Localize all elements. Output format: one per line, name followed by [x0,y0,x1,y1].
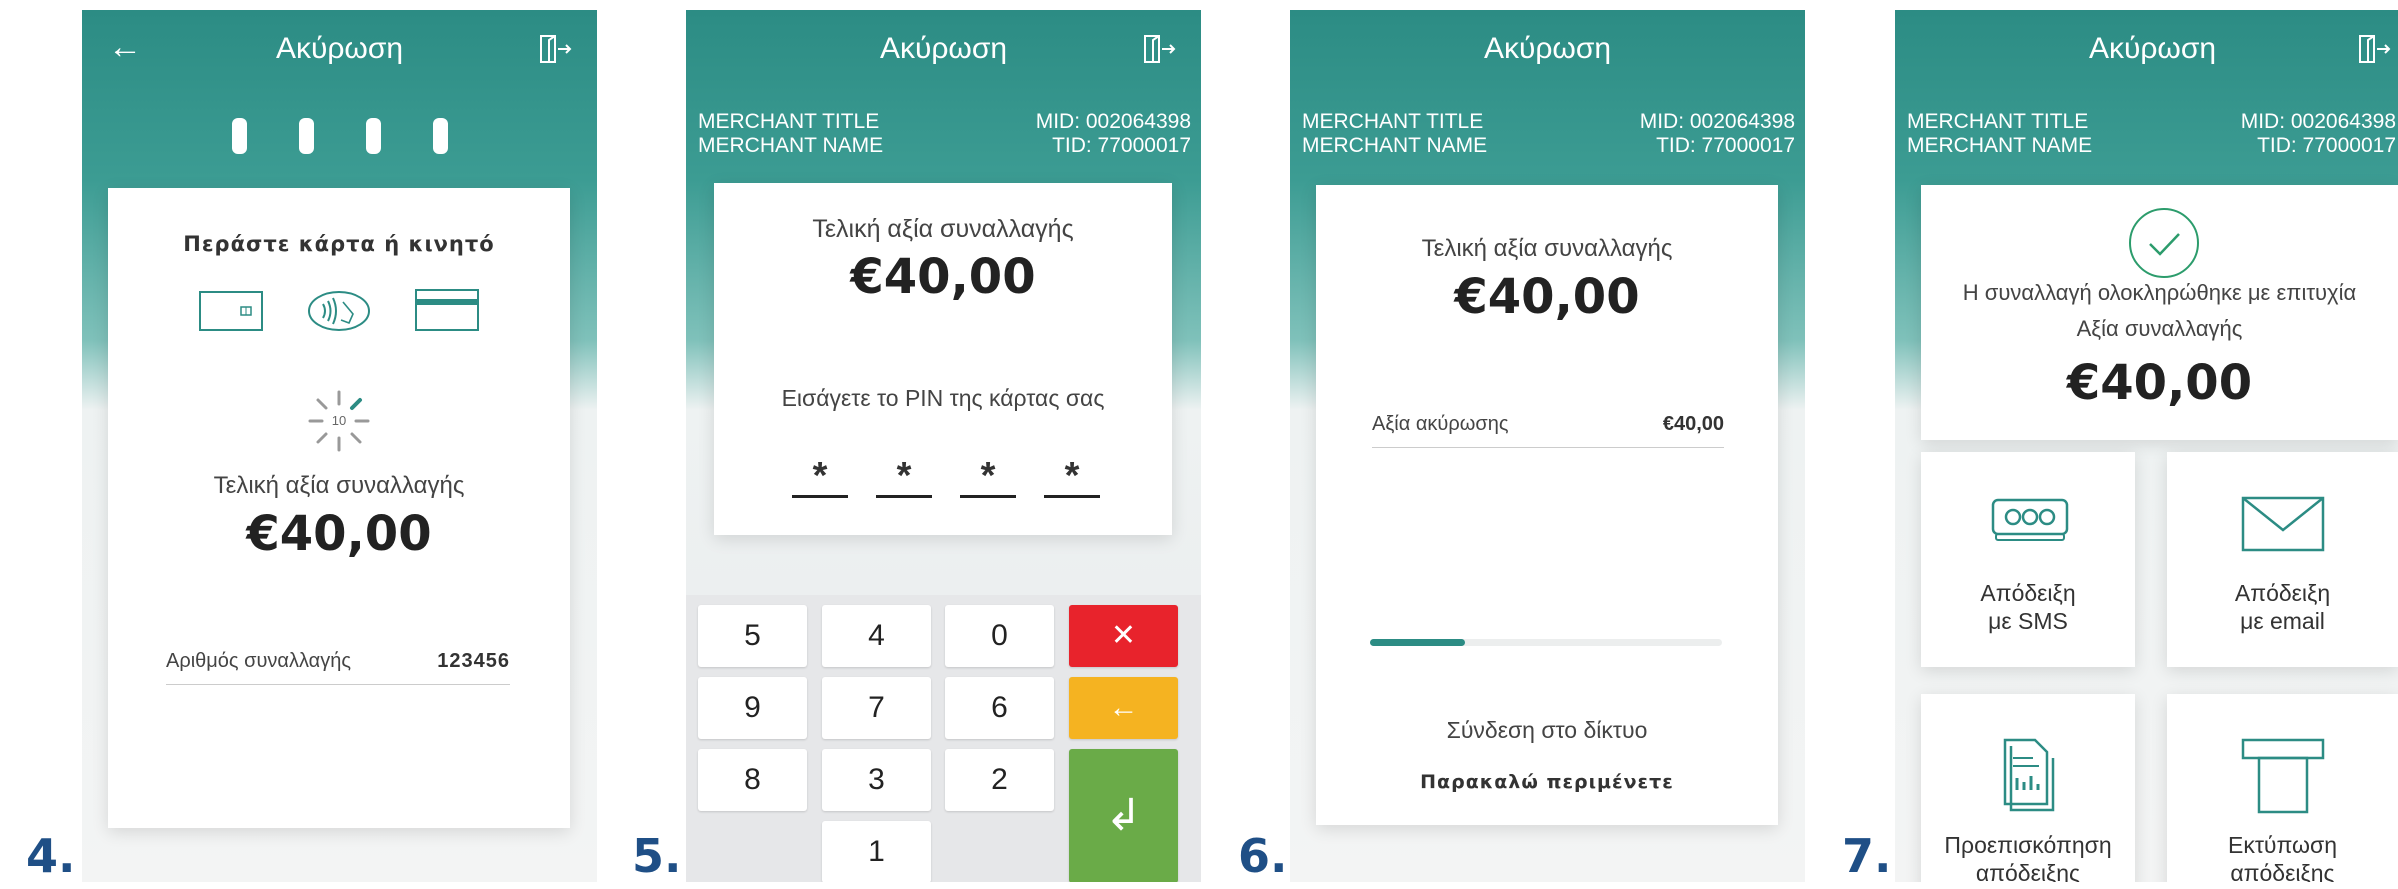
screen-card-prompt: ← Ακύρωση Περάστε κάρτα ή κινητό 10 Τελι… [82,10,597,882]
step-number: 5. [632,829,682,883]
transaction-number-label: Αριθμός συναλλαγής [166,650,351,672]
wait-text: Παρακαλώ περιμένετε [1420,771,1674,793]
merchant-tid: TID: 77000017 [2257,134,2396,157]
cancel-amount-row: Αξία ακύρωσης €40,00 [1372,413,1724,448]
print-receipt-tile[interactable]: Εκτύπωση απόδειξης [2167,694,2398,882]
receipt-preview-icon [2003,738,2055,812]
print-label-1: Εκτύπωση [2228,832,2337,858]
preview-receipt-tile[interactable]: Προεπισκόπηση απόδειξης [1921,694,2135,882]
pin-prompt: Εισάγετε το PIN της κάρτας σας [781,385,1105,411]
transaction-number-row: Αριθμός συναλλαγής 123456 [166,650,510,685]
step-number: 7. [1842,829,1892,883]
led-dot [432,118,448,154]
processing-card-panel: Τελική αξία συναλλαγής €40,00 Αξία ακύρω… [1316,185,1778,825]
merchant-tid: TID: 77000017 [1656,134,1795,157]
screen-success: Ακύρωση MERCHANT TITLE MERCHANT NAME MID… [1895,10,2398,882]
email-receipt-tile[interactable]: Απόδειξη με email [2167,452,2398,667]
merchant-info: MERCHANT TITLE MERCHANT NAME MID: 002064… [1907,110,2396,158]
preview-label-2: απόδειξης [1975,860,2081,882]
merchant-mid: MID: 002064398 [1639,110,1795,133]
cancel-key[interactable]: ✕ [1069,605,1178,667]
pin-card-panel: Τελική αξία συναλλαγής €40,00 Εισάγετε τ… [714,183,1172,535]
pin-digit: * [876,451,932,498]
pin-digit: * [1044,451,1100,498]
printer-icon [2241,738,2325,814]
contactless-icon [308,291,370,331]
key-5[interactable]: 5 [698,605,807,667]
header-title: Ακύρωση [275,32,404,65]
cancel-amount-label: Αξία ακύρωσης [1372,413,1509,435]
step-number: 4. [26,829,76,883]
exit-icon[interactable] [2358,34,2392,64]
amount-label: Τελική αξία συναλλαγής [1421,235,1673,262]
key-3[interactable]: 3 [822,749,931,811]
envelope-icon [2241,496,2325,552]
header-title: Ακύρωση [879,32,1008,65]
sms-label-2: με SMS [1988,608,2068,634]
amount-label: Αξία συναλλαγής [2076,316,2243,341]
print-label-2: απόδειξης [2230,860,2335,882]
led-dot [298,118,314,154]
success-card-panel: Η συναλλαγή ολοκληρώθηκε με επιτυχία Αξί… [1921,185,2398,440]
merchant-mid: MID: 002064398 [2240,110,2396,133]
step-number: 6. [1238,829,1288,883]
payment-card-panel: Περάστε κάρτα ή κινητό 10 Τελική αξία συ… [108,188,570,828]
amount-value: €40,00 [1454,269,1640,325]
pin-digit: * [792,451,848,498]
merchant-info: MERCHANT TITLE MERCHANT NAME MID: 002064… [1302,110,1795,158]
key-0[interactable]: 0 [945,605,1054,667]
exit-icon[interactable] [539,34,573,64]
header-title: Ακύρωση [2088,32,2217,65]
status-text: Σύνδεση στο δίκτυο [1446,717,1648,743]
card-prompt: Περάστε κάρτα ή κινητό [183,232,495,256]
merchant-info: MERCHANT TITLE MERCHANT NAME MID: 002064… [698,110,1191,158]
email-label-2: με email [2240,608,2325,634]
led-dot [365,118,381,154]
key-7[interactable]: 7 [822,677,931,739]
sms-label-1: Απόδειξη [1980,580,2076,606]
screen-processing: Ακύρωση MERCHANT TITLE MERCHANT NAME MID… [1290,10,1805,882]
progress-fill [1370,639,1466,646]
swipe-card-icon [415,289,479,331]
exit-icon[interactable] [1143,34,1177,64]
countdown-seconds: 10 [331,413,347,428]
amount-label: Τελική αξία συναλλαγής [812,215,1074,243]
pin-field[interactable]: * * * * [792,451,1102,507]
sms-icon [1991,498,2069,541]
merchant-mid: MID: 002064398 [1035,110,1191,133]
backspace-key[interactable]: ← [1069,677,1178,739]
key-2[interactable]: 2 [945,749,1054,811]
sms-receipt-tile[interactable]: Απόδειξη με SMS [1921,452,2135,667]
email-label-1: Απόδειξη [2234,580,2331,606]
success-check-icon [2129,208,2199,278]
key-1[interactable]: 1 [822,821,931,882]
key-4[interactable]: 4 [822,605,931,667]
key-9[interactable]: 9 [698,677,807,739]
transaction-number-value: 123456 [437,650,510,672]
pin-keypad: 5 4 0 ✕ 9 7 6 ← 8 3 2 ↲ 1 [686,595,1201,882]
amount-label: Τελική αξία συναλλαγής [213,472,465,499]
key-6[interactable]: 6 [945,677,1054,739]
enter-key[interactable]: ↲ [1069,749,1178,882]
preview-label-1: Προεπισκόπηση [1944,832,2112,858]
amount-value: €40,00 [850,249,1036,305]
led-dot [231,118,247,154]
pin-digit: * [960,451,1016,498]
cancel-amount-value: €40,00 [1662,413,1724,435]
screen-pin-entry: Ακύρωση MERCHANT TITLE MERCHANT NAME MID… [686,10,1201,882]
success-message: Η συναλλαγή ολοκληρώθηκε με επιτυχία [1962,280,2357,305]
amount-value: €40,00 [2066,355,2253,411]
card-reader-leds [82,118,597,159]
merchant-tid: TID: 77000017 [1052,134,1191,157]
key-8[interactable]: 8 [698,749,807,811]
chip-card-icon [199,291,263,331]
progress-track [1370,639,1722,646]
amount-value: €40,00 [246,506,432,562]
header-title: Ακύρωση [1483,32,1612,65]
